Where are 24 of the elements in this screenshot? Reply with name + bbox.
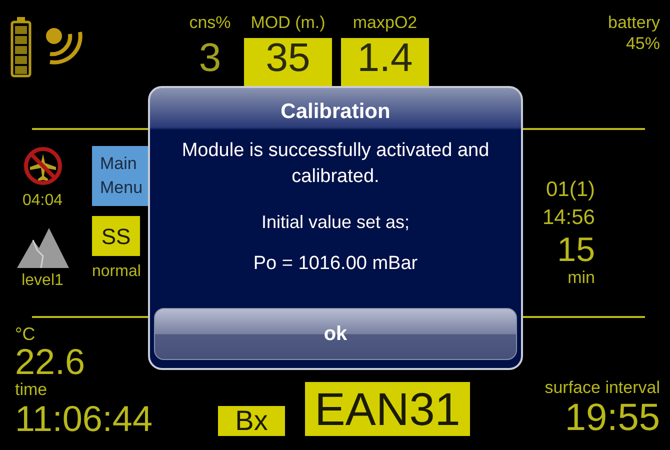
temperature-value: 22.6 — [15, 344, 86, 380]
battery-label: battery — [608, 12, 660, 33]
altitude-level: level1 — [22, 271, 64, 291]
time-label: time — [15, 380, 48, 400]
last-dive-number: 01(1) — [546, 177, 595, 203]
clock-value: 11:06:44 — [15, 400, 154, 438]
gauge-label: cns% — [189, 12, 231, 34]
dialog-detail: Initial value set as; — [261, 211, 410, 234]
temperature-unit: °C — [15, 324, 36, 344]
duration-unit: min — [568, 268, 595, 288]
surface-interval-value: 19:55 — [564, 398, 660, 438]
gauge-label: MOD (m.) — [250, 12, 326, 34]
calibration-reading: Po = 1016.00 mBar — [253, 252, 418, 276]
battery-value: 45% — [626, 33, 660, 54]
mode-caption: normal — [92, 262, 142, 282]
last-dive-time: 14:56 — [542, 205, 595, 231]
last-dive-duration: 15 — [557, 232, 595, 268]
dialog-title: Calibration — [280, 99, 390, 125]
gas-mix-value: EAN31 — [305, 382, 470, 436]
surface-interval-label: surface interval — [544, 378, 660, 398]
gauge-value: 3 — [198, 38, 222, 82]
gauge-label: maxpO2 — [352, 12, 418, 34]
dialog-message: Module is successfully activated and calibrated. — [180, 139, 490, 189]
no-fly-time: 04:04 — [22, 191, 63, 211]
